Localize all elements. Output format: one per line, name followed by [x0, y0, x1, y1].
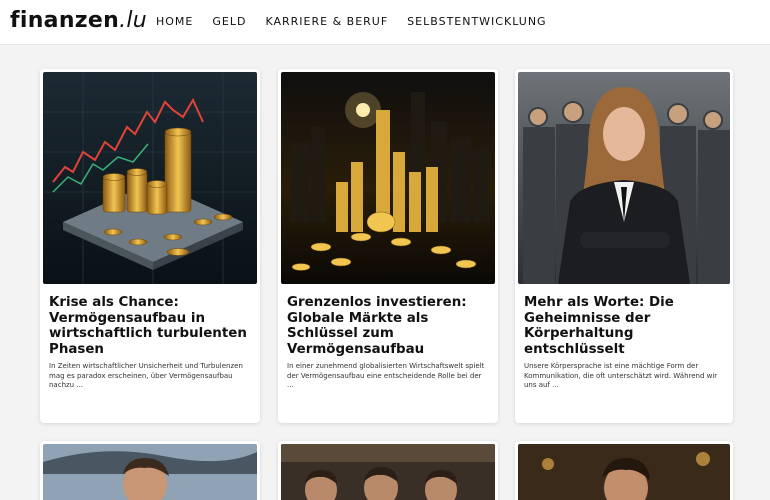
article-card[interactable]: [515, 441, 733, 500]
nav-home[interactable]: HOME: [156, 15, 193, 28]
business-woman-image[interactable]: [518, 72, 730, 284]
site-header: finanzen.lu HOME GELD KARRIERE & BERUF S…: [0, 0, 770, 45]
site-logo[interactable]: finanzen.lu: [10, 8, 147, 33]
city-gold-coins-image[interactable]: [281, 72, 495, 284]
article-title[interactable]: Mehr als Worte: Die Geheimnisse der Körp…: [524, 295, 723, 357]
article-title[interactable]: Krise als Chance: Vermögensaufbau in wir…: [49, 295, 250, 357]
logo-tld: .lu: [119, 8, 148, 33]
logo-main: finanzen: [10, 8, 120, 33]
man-portrait-image[interactable]: [518, 444, 730, 500]
article-card[interactable]: Grenzenlos investieren: Globale Märkte a…: [278, 69, 498, 423]
man-portrait-image[interactable]: [43, 444, 257, 500]
article-card[interactable]: Mehr als Worte: Die Geheimnisse der Körp…: [515, 69, 733, 423]
article-excerpt: In einer zunehmend globalisierten Wirtsc…: [287, 362, 485, 389]
article-card[interactable]: Krise als Chance: Vermögensaufbau in wir…: [40, 69, 260, 423]
article-card[interactable]: [40, 441, 260, 500]
nav-geld[interactable]: GELD: [212, 15, 246, 28]
main-nav: HOME GELD KARRIERE & BERUF SELBSTENTWICK…: [156, 15, 547, 28]
nav-selbstentwicklung[interactable]: SELBSTENTWICKLUNG: [407, 15, 546, 28]
nav-karriere-beruf[interactable]: KARRIERE & BERUF: [265, 15, 388, 28]
article-excerpt: In Zeiten wirtschaftlicher Unsicherheit …: [49, 362, 243, 389]
article-title[interactable]: Grenzenlos investieren: Globale Märkte a…: [287, 295, 488, 357]
gold-coins-chart-image[interactable]: [43, 72, 257, 284]
group-people-image[interactable]: [281, 444, 495, 500]
article-excerpt: Unsere Körpersprache ist eine mächtige F…: [524, 362, 718, 389]
article-card[interactable]: [278, 441, 498, 500]
